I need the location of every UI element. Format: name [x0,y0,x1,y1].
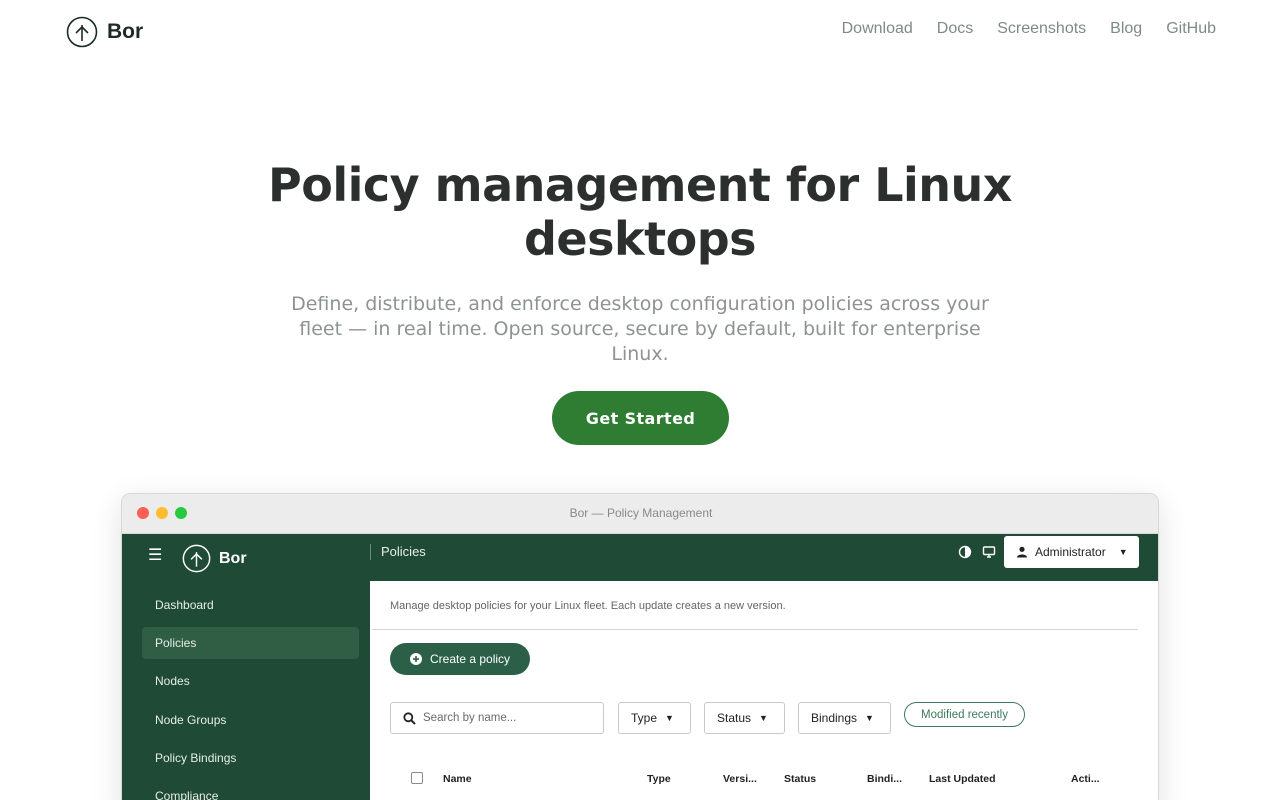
sidebar-item-label: Policies [155,636,197,650]
user-menu-button[interactable]: Administrator ▼ [1004,536,1139,568]
breadcrumb: Policies [381,544,426,559]
nav-link-download[interactable]: Download [842,20,913,38]
create-policy-label: Create a policy [430,652,511,666]
sidebar-item-dashboard[interactable]: Dashboard [142,589,359,621]
top-nav: Bor Download Docs Screenshots Blog GitHu… [0,0,1280,64]
column-header-actions[interactable]: Acti... [1071,773,1100,785]
column-header-version[interactable]: Versi... [723,773,757,785]
app-header: ☰ Bor Policies Administrator ▼ [122,534,1158,581]
chevron-down-icon: ▼ [1118,547,1128,557]
user-menu-label: Administrator [1035,545,1106,559]
contrast-icon[interactable] [958,545,972,559]
column-header-status[interactable]: Status [784,773,816,785]
sidebar-item-label: Compliance [155,789,219,800]
app-brand[interactable]: Bor [182,544,247,573]
brand-name: Bor [107,20,144,43]
window-title: Bor — Policy Management [569,506,713,520]
sidebar-item-label: Policy Bindings [155,751,237,765]
get-started-button[interactable]: Get Started [552,391,729,445]
bindings-filter-dropdown[interactable]: Bindings ▼ [798,702,891,734]
sidebar-item-compliance[interactable]: Compliance [142,780,359,800]
sidebar-item-label: Nodes [155,674,190,688]
bindings-filter-label: Bindings [811,711,858,725]
sidebar-item-policies[interactable]: Policies [142,627,359,659]
table-header: Name Type Versi... Status Bindi... Last … [390,769,1120,789]
column-header-bindings[interactable]: Bindi... [867,773,902,785]
search-placeholder: Search by name... [423,712,517,724]
hero-title: Policy management for Linux desktops [268,158,1012,266]
sidebar-item-node-groups[interactable]: Node Groups [142,704,359,736]
page-description: Manage desktop policies for your Linux f… [390,600,786,612]
chevron-down-icon: ▼ [759,713,768,723]
search-input[interactable]: Search by name... [390,702,604,734]
site-brand[interactable]: Bor [66,16,143,48]
nav-link-docs[interactable]: Docs [937,20,973,38]
landing-page: Bor Download Docs Screenshots Blog GitHu… [0,0,1280,800]
plus-circle-icon [410,653,422,665]
nav-links: Download Docs Screenshots Blog GitHub [842,20,1216,38]
app-brand-name: Bor [219,549,247,567]
app-window-mockup: Bor — Policy Management ☰ Bor Policies A… [121,493,1159,800]
hero-subtitle: Define, distribute, and enforce desktop … [291,293,989,365]
type-filter-label: Type [631,711,658,725]
sidebar-item-label: Node Groups [155,713,227,727]
sidebar: Dashboard Policies Nodes Node Groups Pol… [122,581,370,800]
window-titlebar: Bor — Policy Management [122,494,1158,534]
tree-logo-icon [66,16,98,48]
monitor-icon[interactable] [982,545,996,559]
chevron-down-icon: ▼ [665,713,674,723]
sidebar-item-nodes[interactable]: Nodes [142,665,359,697]
nav-link-github[interactable]: GitHub [1166,20,1216,38]
nav-link-blog[interactable]: Blog [1110,20,1142,38]
select-all-checkbox[interactable] [411,772,423,784]
sidebar-item-policy-bindings[interactable]: Policy Bindings [142,742,359,774]
user-icon [1017,546,1027,558]
chevron-down-icon: ▼ [865,713,874,723]
status-filter-dropdown[interactable]: Status ▼ [704,702,785,734]
main-content: Manage desktop policies for your Linux f… [370,581,1140,800]
search-icon [403,711,416,725]
nav-link-screenshots[interactable]: Screenshots [997,20,1086,38]
type-filter-dropdown[interactable]: Type ▼ [618,702,691,734]
column-header-name[interactable]: Name [443,773,472,785]
column-header-last-updated[interactable]: Last Updated [929,773,996,785]
divider [372,629,1138,630]
sidebar-item-label: Dashboard [155,598,214,612]
hamburger-icon[interactable]: ☰ [148,545,162,564]
status-filter-label: Status [717,711,752,725]
column-header-type[interactable]: Type [647,773,671,785]
tree-logo-icon [182,544,211,573]
modified-recently-chip[interactable]: Modified recently [904,702,1025,727]
header-divider [370,544,371,560]
create-policy-button[interactable]: Create a policy [390,643,530,675]
